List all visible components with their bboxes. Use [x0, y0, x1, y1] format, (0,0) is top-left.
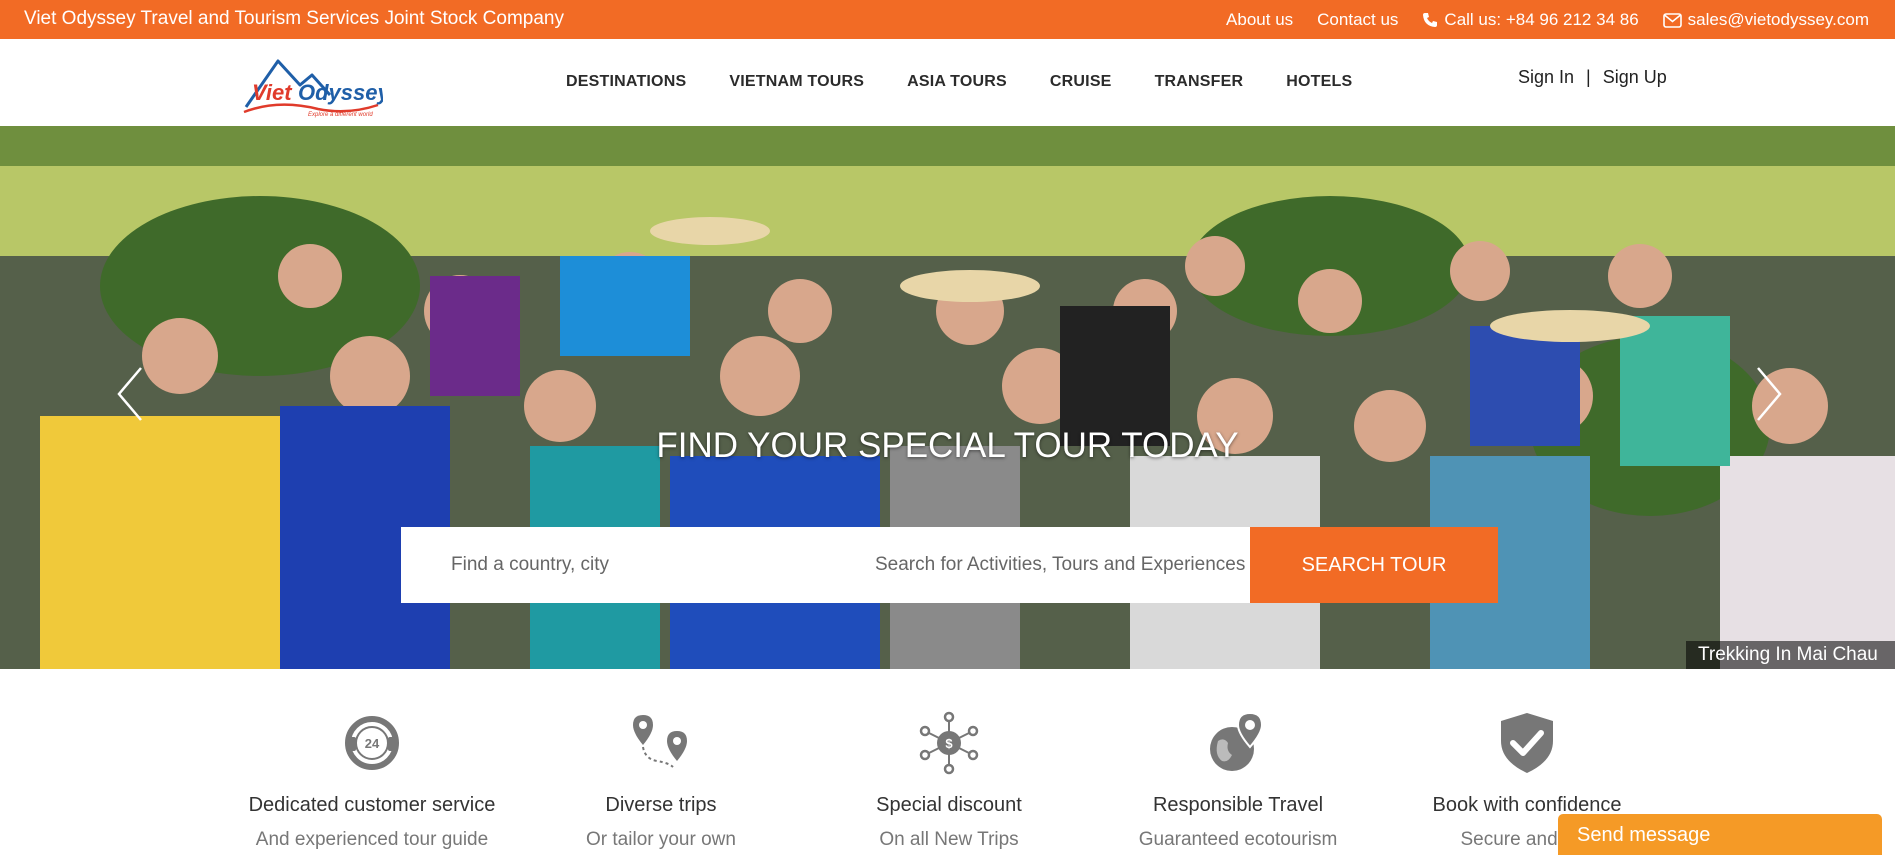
contact-link[interactable]: Contact us: [1317, 10, 1398, 30]
feature-customer-service: 24 Dedicated customer service And experi…: [222, 669, 522, 851]
slider-prev-arrow[interactable]: [115, 366, 145, 422]
nav-vietnam-tours[interactable]: VIETNAM TOURS: [729, 73, 864, 91]
route-pins-icon: [633, 715, 687, 768]
feature-special-discount: $ Special discount On all New Trips: [799, 669, 1099, 851]
main-nav: DESTINATIONS VIETNAM TOURS ASIA TOURS CR…: [566, 73, 1352, 91]
globe-pin-icon: [1210, 711, 1264, 771]
email-text: sales@vietodyssey.com: [1687, 10, 1869, 29]
feature-title: Responsible Travel: [1152, 794, 1324, 816]
activity-search-input[interactable]: [847, 527, 1250, 603]
feature-responsible-travel: Responsible Travel Guaranteed ecotourism: [1088, 669, 1388, 851]
nav-hotels[interactable]: HOTELS: [1286, 73, 1352, 91]
auth-links: Sign In | Sign Up: [1518, 67, 1667, 88]
feature-title: Diverse trips: [605, 794, 717, 816]
discount-network-icon: $: [919, 711, 979, 775]
call-link[interactable]: Call us: +84 96 212 34 86: [1422, 10, 1639, 30]
feature-title: Special discount: [876, 794, 1022, 816]
auth-separator: |: [1586, 67, 1591, 87]
top-bar: Viet Odyssey Travel and Tourism Services…: [0, 0, 1895, 39]
feature-subtitle: On all New Trips: [879, 829, 1019, 850]
sign-up-link[interactable]: Sign Up: [1603, 67, 1667, 88]
email-link[interactable]: sales@vietodyssey.com: [1662, 10, 1869, 30]
top-links: About us Contact us Call us: +84 96 212 …: [1226, 10, 1869, 30]
feature-subtitle: And experienced tour guide: [255, 829, 489, 850]
nav-cruise[interactable]: CRUISE: [1050, 73, 1112, 91]
svg-text:Odyssey: Odyssey: [298, 80, 383, 105]
search-tour-button[interactable]: SEARCH TOUR: [1250, 527, 1498, 603]
nav-destinations[interactable]: DESTINATIONS: [566, 73, 686, 91]
feature-subtitle: Guaranteed ecotourism: [1138, 829, 1338, 850]
tour-search-form: SEARCH TOUR: [401, 527, 1498, 603]
envelope-icon: [1662, 12, 1682, 28]
slide-caption: Trekking In Mai Chau: [1686, 641, 1895, 669]
main-header: Viet Odyssey Explore a different world D…: [0, 39, 1895, 126]
site-logo[interactable]: Viet Odyssey Explore a different world: [238, 55, 391, 119]
about-link[interactable]: About us: [1226, 10, 1293, 30]
slider-next-arrow[interactable]: [1754, 366, 1784, 422]
company-name: Viet Odyssey Travel and Tourism Services…: [24, 8, 564, 29]
nav-transfer[interactable]: TRANSFER: [1155, 73, 1244, 91]
svg-text:Explore a different world: Explore a different world: [308, 112, 373, 118]
sign-in-link[interactable]: Sign In: [1518, 67, 1574, 88]
call-text: Call us: +84 96 212 34 86: [1444, 10, 1639, 29]
feature-subtitle: Or tailor your own: [586, 829, 736, 850]
feature-diverse-trips: Diverse trips Or tailor your own: [511, 669, 811, 851]
send-message-button[interactable]: Send message: [1558, 814, 1882, 855]
feature-title: Dedicated customer service: [248, 794, 496, 816]
hero-banner: FIND YOUR SPECIAL TOUR TODAY SEARCH TOUR…: [0, 126, 1895, 669]
phone-icon: [1423, 13, 1438, 27]
hero-headline: FIND YOUR SPECIAL TOUR TODAY: [656, 426, 1239, 465]
svg-text:Viet: Viet: [252, 80, 293, 105]
shield-check-icon: [1501, 713, 1553, 773]
nav-asia-tours[interactable]: ASIA TOURS: [907, 73, 1007, 91]
svg-text:$: $: [945, 736, 953, 751]
24h-support-icon: 24: [345, 716, 399, 770]
svg-text:24: 24: [365, 736, 380, 751]
location-search-input[interactable]: [401, 527, 847, 603]
